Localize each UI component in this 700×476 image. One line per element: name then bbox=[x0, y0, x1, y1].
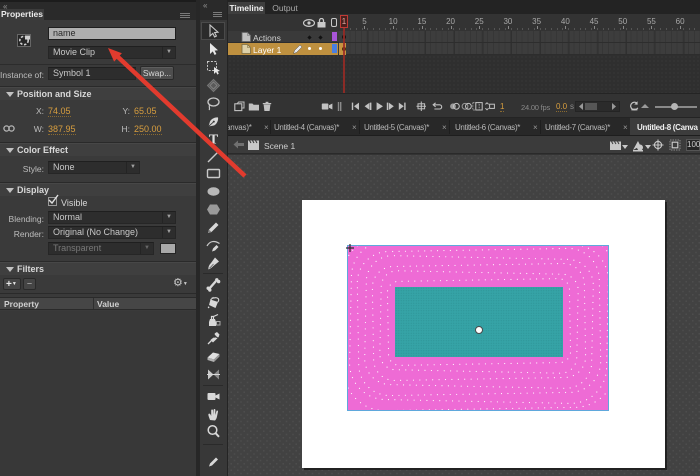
svg-text:T: T bbox=[209, 132, 219, 146]
